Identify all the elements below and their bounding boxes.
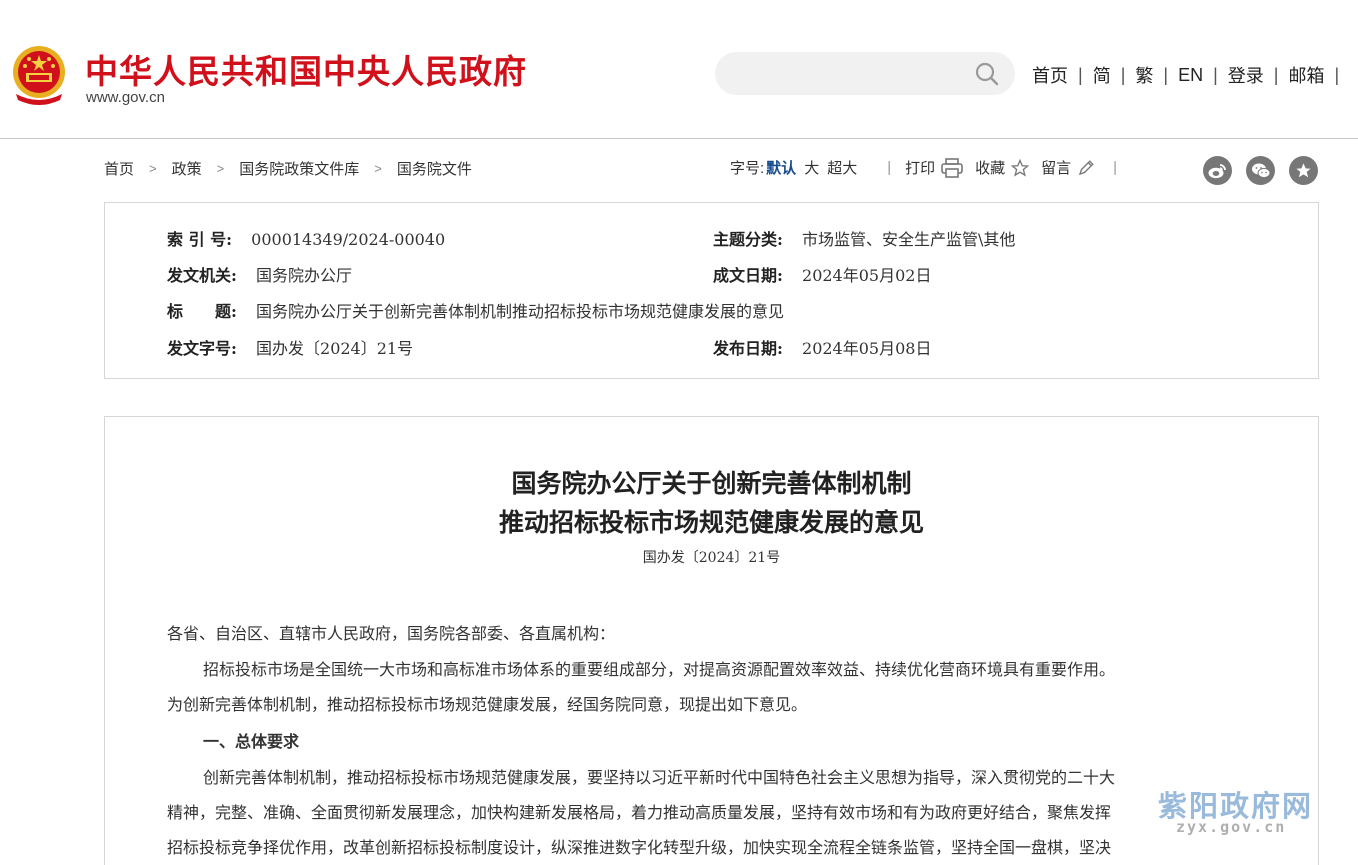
nav-divider: |	[1213, 64, 1218, 85]
breadcrumb: 首页 > 政策 > 国务院政策文件库 > 国务院文件	[104, 158, 472, 179]
font-size-large[interactable]: 大	[804, 157, 819, 178]
nav-divider: |	[1078, 64, 1083, 85]
article-toolbar: 字号: 默认 大 超大 | 打印 收藏 留言 |	[730, 157, 1131, 178]
article-salutation: 各省、自治区、直辖市人民政府，国务院各部委、各直属机构：	[167, 624, 616, 643]
meta-topic-label: 主题分类:	[713, 230, 783, 249]
printer-icon	[941, 157, 963, 178]
pencil-icon	[1079, 159, 1094, 175]
article-paragraph: 精神，完整、准确、全面贯彻新发展理念，加快构建新发展格局，着力推动高质量发展，坚…	[167, 803, 1112, 822]
site-url[interactable]: www.gov.cn	[86, 89, 165, 106]
meta-created-value: 2024年05月02日	[802, 266, 932, 285]
meta-published-value: 2024年05月08日	[802, 339, 932, 358]
breadcrumb-policy[interactable]: 政策	[172, 158, 202, 179]
meta-topic: 主题分类: 市场监管、安全生产监管\其他	[713, 226, 1015, 250]
nav-divider: |	[1163, 64, 1169, 85]
chevron-right-icon: >	[374, 161, 382, 176]
breadcrumb-home[interactable]: 首页	[104, 158, 134, 179]
meta-published: 发布日期: 2024年05月08日	[713, 335, 931, 359]
comment-button[interactable]: 留言	[1041, 157, 1095, 178]
search-input[interactable]	[715, 52, 1015, 95]
wechat-icon[interactable]	[1246, 156, 1275, 185]
site-title[interactable]: 中华人民共和国中央人民政府	[85, 45, 527, 93]
nav-mail[interactable]: 邮箱	[1288, 62, 1324, 88]
toolbar-divider: |	[887, 159, 892, 176]
comment-label: 留言	[1041, 160, 1072, 177]
nav-simplified[interactable]: 简	[1093, 62, 1111, 88]
document-metadata: 索 引 号: 000014349/2024-00040 主题分类: 市场监管、安…	[104, 202, 1319, 379]
meta-issuer-value: 国务院办公厅	[256, 266, 353, 285]
article-content: 国务院办公厅关于创新完善体制机制 推动招标投标市场规范健康发展的意见 国办发〔2…	[104, 416, 1319, 865]
article-section-heading: 一、总体要求	[203, 732, 300, 751]
meta-title-label: 标 题:	[167, 302, 237, 321]
meta-docno: 发文字号: 国办发〔2024〕21号	[167, 335, 413, 359]
meta-index-value: 000014349/2024-00040	[251, 230, 446, 249]
font-size-default[interactable]: 默认	[766, 157, 796, 178]
meta-issuer-label: 发文机关:	[167, 266, 237, 285]
breadcrumb-state-council-docs[interactable]: 国务院文件	[397, 158, 472, 179]
meta-index: 索 引 号: 000014349/2024-00040	[167, 226, 445, 250]
meta-topic-value: 市场监管、安全生产监管\其他	[802, 230, 1016, 249]
nav-home[interactable]: 首页	[1032, 62, 1068, 88]
watermark-domain: zyx.gov.cn	[1176, 818, 1287, 836]
article-doc-number: 国办发〔2024〕21号	[642, 550, 781, 566]
article-paragraph: 为创新完善体制机制，推动招标投标市场规范健康发展，经国务院同意，现提出如下意见。	[167, 695, 808, 714]
favorite-label: 收藏	[975, 160, 1006, 177]
chevron-right-icon: >	[216, 161, 225, 176]
star-outline-icon	[1011, 158, 1030, 177]
article-paragraph: 招标投标市场是全国统一大市场和高标准市场体系的重要组成部分，对提高资源配置效率效…	[203, 660, 1116, 679]
meta-created-label: 成文日期:	[713, 266, 783, 285]
breadcrumb-policy-library[interactable]: 国务院政策文件库	[239, 158, 359, 179]
article-paragraph: 创新完善体制机制，推动招标投标市场规范健康发展，要坚持以习近平新时代中国特色社会…	[203, 768, 1116, 787]
meta-title-value: 国务院办公厅关于创新完善体制机制推动招标投标市场规范健康发展的意见	[256, 302, 785, 321]
print-button[interactable]: 打印	[905, 157, 963, 178]
nav-english[interactable]: EN	[1178, 65, 1203, 86]
nav-divider: |	[1334, 64, 1340, 85]
toolbar-divider: |	[1113, 159, 1118, 176]
meta-index-label: 索 引 号:	[167, 230, 233, 249]
share-buttons	[1203, 156, 1318, 185]
top-nav: 首页 | 简 | 繁 | EN | 登录 | 邮箱 |	[1032, 62, 1349, 88]
meta-title: 标 题: 国务院办公厅关于创新完善体制机制推动招标投标市场规范健康发展的意见	[167, 298, 784, 322]
chevron-right-icon: >	[149, 161, 157, 176]
font-size-label: 字号:	[730, 160, 765, 177]
nav-divider: |	[1120, 64, 1126, 85]
meta-docno-value: 国办发〔2024〕21号	[256, 339, 414, 358]
article-title-line2: 推动招标投标市场规范健康发展的意见	[498, 508, 924, 537]
favorite-button[interactable]: 收藏	[975, 157, 1030, 178]
nav-login[interactable]: 登录	[1228, 62, 1264, 88]
meta-issuer: 发文机关: 国务院办公厅	[167, 262, 352, 286]
weibo-icon[interactable]	[1203, 156, 1232, 185]
meta-docno-label: 发文字号:	[167, 339, 237, 358]
article-title-line1: 国务院办公厅关于创新完善体制机制	[511, 469, 912, 498]
search-icon[interactable]	[975, 62, 999, 86]
star-icon[interactable]	[1289, 156, 1318, 185]
meta-published-label: 发布日期:	[713, 339, 783, 358]
font-size-xlarge[interactable]: 超大	[827, 157, 857, 178]
national-emblem-icon[interactable]	[10, 44, 68, 106]
print-label: 打印	[905, 160, 936, 177]
meta-created: 成文日期: 2024年05月02日	[713, 262, 931, 286]
site-header: 中华人民共和国中央人民政府 www.gov.cn 首页 | 简 | 繁 | EN…	[0, 0, 1358, 139]
article-paragraph: 招标投标竞争择优作用，改革创新招标投标制度设计，纵深推进数字化转型升级，加快实现…	[167, 838, 1112, 857]
nav-divider: |	[1273, 64, 1279, 85]
nav-traditional[interactable]: 繁	[1135, 62, 1153, 88]
